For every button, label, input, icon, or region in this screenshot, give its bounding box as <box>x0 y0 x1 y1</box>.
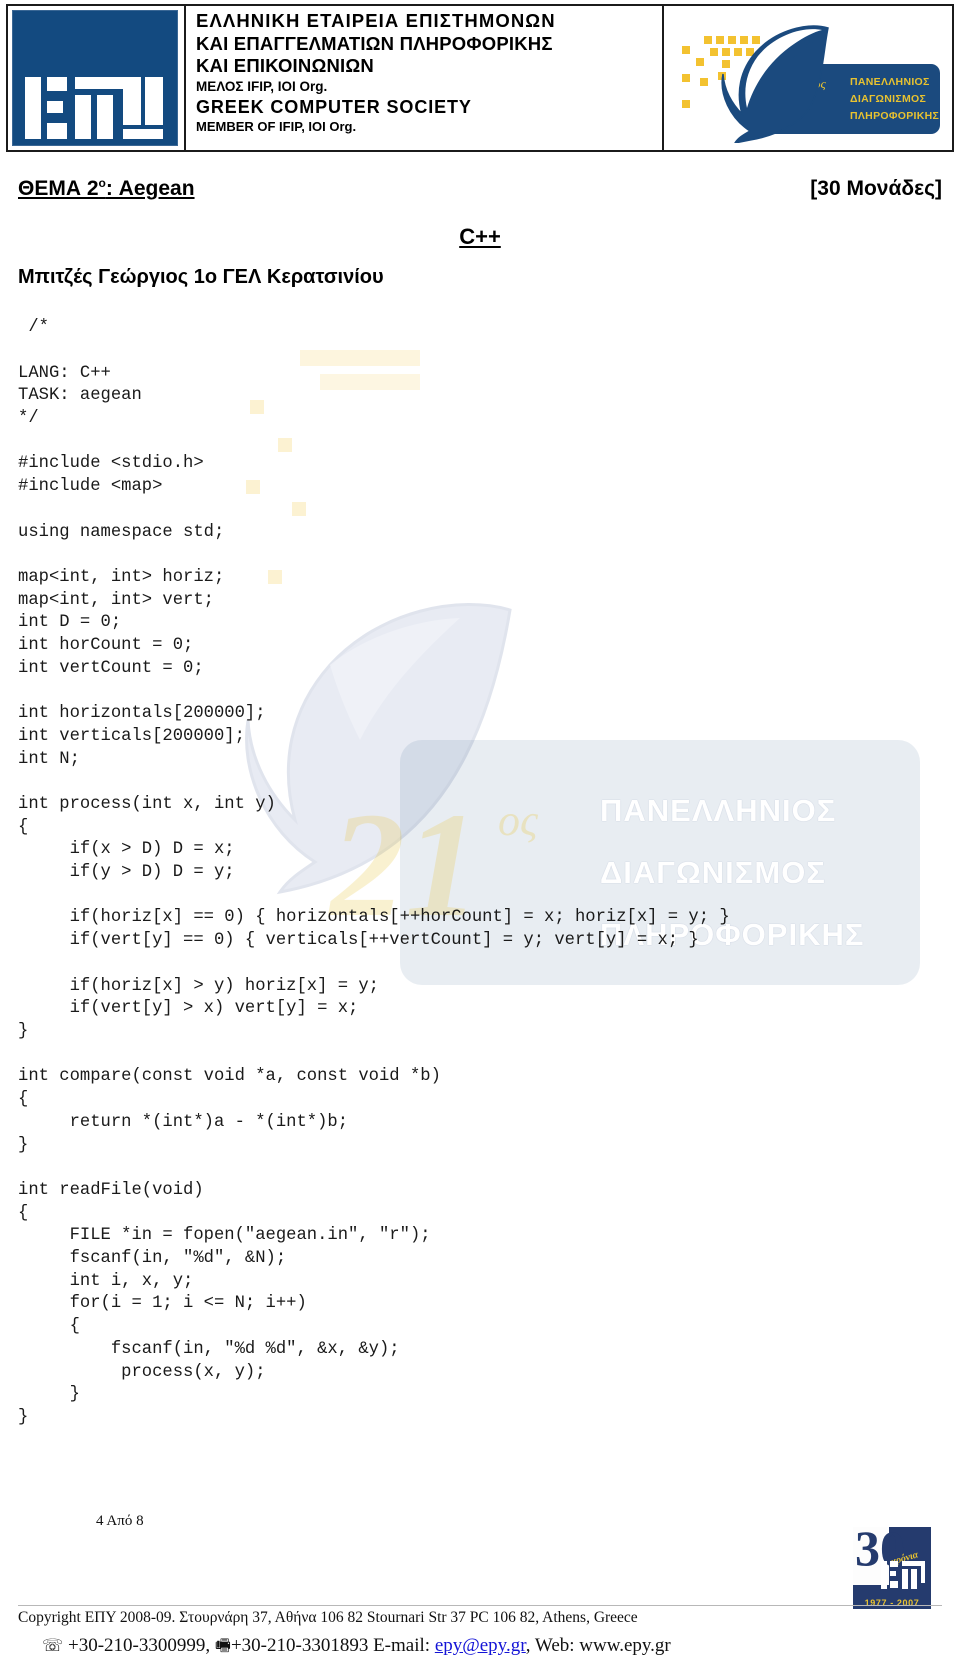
footer-fax: +30-210-3301893 <box>230 1635 369 1656</box>
epy-logo-icon <box>12 10 178 146</box>
language-heading-row: C++ <box>0 224 960 250</box>
language-heading: C++ <box>459 224 501 249</box>
society-line-3: ΚΑΙ ΕΠΙΚΟΙΝΩΝΙΩΝ <box>196 55 374 77</box>
footer-contact: ☏ +30-210-3300999, 🖷+30-210-3301893 E-ma… <box>0 1633 960 1662</box>
anniversary-years: 1977 - 2007 <box>864 1598 920 1608</box>
badge-line-1: ΠΑΝΕΛΛΗΝΙΟΣ <box>850 76 930 88</box>
society-line-6: MEMBER OF IFIP, IOI Org. <box>196 119 357 135</box>
badge-contest-lines: ΠΑΝΕΛΛΗΝΙΟΣ ΔΙΑΓΩΝΙΣΜΟΣ ΠΛΗΡΟΦΟΡΙΚΗΣ <box>850 74 939 125</box>
fax-icon: 🖷 <box>214 1636 231 1655</box>
header-society-text: ΕΛΛΗΝΙΚΗ ΕΤΑΙΡΕΙΑ ΕΠΙΣΤΗΜΟΝΩΝ ΚΑΙ ΕΠΑΓΓΕ… <box>186 4 664 152</box>
page-title: ΘΕΜΑ 2ο: Aegean <box>18 176 195 201</box>
badge-line-3: ΠΛΗΡΟΦΟΡΙΚΗΣ <box>850 110 940 122</box>
points-badge: [30 Μονάδες] <box>810 177 942 200</box>
telephone-icon: ☏ <box>42 1636 64 1655</box>
document-footer: Copyright ΕΠΥ 2008-09. Στουρνάρη 37, Αθή… <box>0 1605 960 1662</box>
footer-copyright: Copyright ΕΠΥ 2008-09. Στουρνάρη 37, Αθή… <box>18 1609 638 1626</box>
header-contest-badge: 21 ος ΠΑΝΕΛΛΗΝΙΟΣ ΔΙΑΓΩΝΙΣΜΟΣ ΠΛΗΡΟΦΟΡΙΚ… <box>664 4 954 152</box>
anniversary-epy-mark <box>881 1561 925 1591</box>
document-header: ΕΛΛΗΝΙΚΗ ΕΤΑΙΡΕΙΑ ΕΠΙΣΤΗΜΟΝΩΝ ΚΑΙ ΕΠΑΓΓΕ… <box>6 4 954 152</box>
page-number: 4 Από 8 <box>96 1513 144 1529</box>
footer-web: www.epy.gr <box>579 1635 671 1656</box>
source-code-block: /* LANG: C++ TASK: aegean */ #include <s… <box>18 318 730 1427</box>
society-line-5: GREEK COMPUTER SOCIETY <box>196 96 472 117</box>
society-line-2: ΚΑΙ ΕΠΑΓΓΕΛΜΑΤΙΩΝ ΠΛΗΡΟΦΟΡΙΚΗΣ <box>196 32 553 54</box>
society-line-4: ΜΕΛΟΣ IFIP, IOI Org. <box>196 78 328 94</box>
thema-ordinal: ο <box>98 176 106 190</box>
footer-web-label: , Web: <box>525 1635 575 1656</box>
theme-title-row: ΘΕΜΑ 2ο: Aegean [30 Μονάδες] <box>18 176 942 201</box>
dolphin-icon <box>721 25 829 143</box>
footer-divider <box>18 1605 942 1606</box>
society-line-1: ΕΛΛΗΝΙΚΗ ΕΤΑΙΡΕΙΑ ΕΠΙΣΤΗΜΟΝΩΝ <box>196 10 556 31</box>
anniversary-logo-icon: 30 χρόνια 1977 - 2007 <box>853 1523 931 1609</box>
header-logo-cell <box>6 4 186 152</box>
footer-phone: +30-210-3300999, <box>68 1635 211 1656</box>
badge-line-2: ΔΙΑΓΩΝΙΣΜΟΣ <box>850 93 927 105</box>
footer-email-link[interactable]: epy@epy.gr <box>435 1635 526 1656</box>
author-name: Μπιτζές Γεώργιος 1ο ΓΕΛ Κερατσινίου <box>18 266 384 288</box>
thema-prefix: ΘΕΜΑ 2 <box>18 177 99 200</box>
thema-suffix: : Aegean <box>105 177 195 200</box>
footer-email-label: E-mail: <box>373 1635 431 1656</box>
